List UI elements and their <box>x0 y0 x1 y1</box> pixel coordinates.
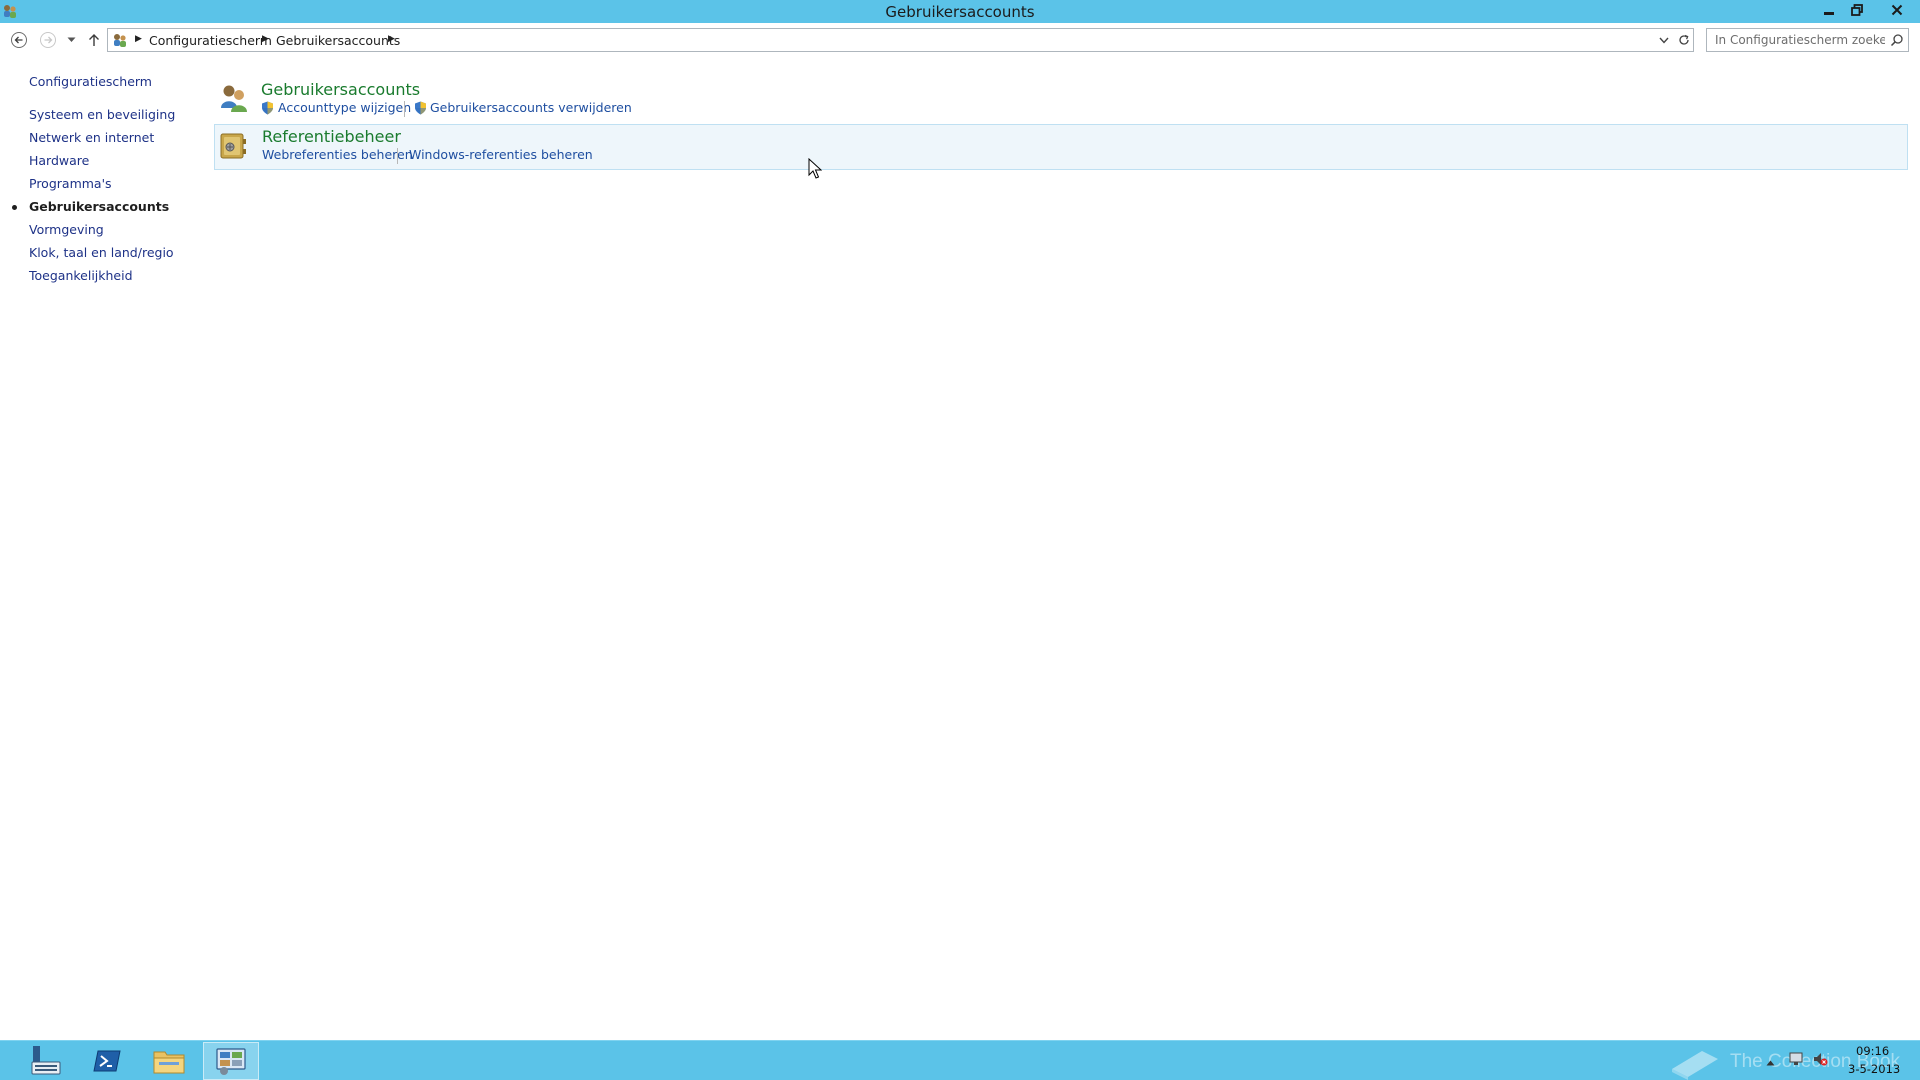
file-explorer-icon <box>153 1051 185 1074</box>
taskbar-control-panel[interactable] <box>203 1042 259 1080</box>
speaker-muted-icon <box>1814 1053 1828 1066</box>
tray-volume-button[interactable] <box>1812 1051 1828 1080</box>
link-separator <box>404 101 405 117</box>
chevron-up-icon <box>1766 1060 1775 1066</box>
sidebar-item-toegankelijkheid[interactable]: Toegankelijkheid <box>29 268 133 283</box>
control-panel-icon <box>216 1048 246 1075</box>
credential-vault-icon[interactable] <box>217 130 249 162</box>
refresh-button[interactable] <box>1676 32 1692 48</box>
address-bar[interactable]: ▶ Configuratiescherm ▶ Gebruikersaccount… <box>107 28 1694 52</box>
clock-time[interactable]: 09:16 <box>1856 1044 1889 1058</box>
taskbar: The Collection Book 09:16 3-5-2013 <box>0 1040 1920 1080</box>
up-button[interactable] <box>84 29 104 51</box>
chevron-down-icon <box>1659 37 1669 44</box>
windows-referenties-beheren-link[interactable]: Windows-referenties beheren <box>409 147 593 162</box>
sidebar-item-hardware[interactable]: Hardware <box>29 153 89 168</box>
restore-button[interactable] <box>1844 0 1870 20</box>
powershell-icon <box>93 1050 121 1072</box>
webreferenties-beheren-link[interactable]: Webreferenties beheren <box>262 147 413 162</box>
search-input[interactable] <box>1707 29 1885 51</box>
category-referentiebeheer: Referentiebeheer Webreferenties beheren … <box>214 124 1908 170</box>
minimize-button[interactable] <box>1816 0 1842 20</box>
taskbar-file-explorer[interactable] <box>141 1042 197 1080</box>
network-icon <box>1789 1052 1803 1065</box>
active-item-bullet <box>12 205 17 210</box>
uac-shield-icon <box>415 101 426 115</box>
taskbar-server-manager[interactable] <box>17 1042 73 1080</box>
navigation-bar: ▶ Configuratiescherm ▶ Gebruikersaccount… <box>0 26 1920 56</box>
breadcrumb-separator-icon[interactable]: ▶ <box>135 34 142 44</box>
title-bar: Gebruikersaccounts <box>0 0 1920 23</box>
tray-network-button[interactable] <box>1788 1051 1804 1080</box>
restore-icon <box>1851 4 1863 16</box>
search-box <box>1706 28 1909 52</box>
uac-shield-icon <box>262 101 273 115</box>
sidebar-item-gebruikersaccounts[interactable]: Gebruikersaccounts <box>29 199 169 214</box>
up-arrow-icon <box>89 34 99 46</box>
back-arrow-icon <box>11 32 27 48</box>
sidebar-item-programmas[interactable]: Programma's <box>29 176 112 191</box>
forward-button[interactable] <box>37 29 59 51</box>
breadcrumb-separator-icon[interactable]: ▶ <box>388 34 395 44</box>
sidebar-item-netwerk-en-internet[interactable]: Netwerk en internet <box>29 130 154 145</box>
taskbar-powershell[interactable] <box>79 1042 135 1080</box>
breadcrumb-configuratiescherm[interactable]: Configuratiescherm <box>149 33 272 48</box>
category-gebruikersaccounts: Gebruikersaccounts Accounttype wijzigen … <box>214 77 1908 123</box>
forward-arrow-icon <box>40 32 56 48</box>
mouse-cursor-icon <box>808 158 822 179</box>
minimize-icon <box>1824 12 1834 15</box>
category-title-referentiebeheer[interactable]: Referentiebeheer <box>262 127 401 146</box>
sidebar-item-systeem-en-beveiliging[interactable]: Systeem en beveiliging <box>29 107 175 122</box>
server-manager-icon <box>31 1046 61 1075</box>
sidebar-item-klok-taal-en-regio[interactable]: Klok, taal en land/regio <box>29 245 174 260</box>
gebruikersaccounts-verwijderen-link[interactable]: Gebruikersaccounts verwijderen <box>430 100 632 115</box>
control-panel-icon <box>114 34 126 47</box>
close-icon <box>1891 4 1903 16</box>
window-title: Gebruikersaccounts <box>885 3 1035 21</box>
link-separator <box>397 148 398 164</box>
address-history-button[interactable] <box>1656 32 1672 48</box>
sidebar-home-link[interactable]: Configuratiescherm <box>29 74 152 89</box>
users-icon[interactable] <box>218 82 250 114</box>
tray-overflow-button[interactable] <box>1766 1055 1775 1080</box>
breadcrumb-separator-icon[interactable]: ▶ <box>262 34 269 44</box>
back-button[interactable] <box>8 29 30 51</box>
sidebar-item-vormgeving[interactable]: Vormgeving <box>29 222 104 237</box>
chevron-down-icon <box>67 37 75 42</box>
recent-locations-button[interactable] <box>64 29 78 51</box>
category-title-gebruikersaccounts[interactable]: Gebruikersaccounts <box>261 80 420 99</box>
book-icon <box>1672 1051 1718 1080</box>
close-button[interactable] <box>1881 0 1913 20</box>
breadcrumb-gebruikersaccounts[interactable]: Gebruikersaccounts <box>276 33 400 48</box>
clock-date[interactable]: 3-5-2013 <box>1848 1062 1900 1076</box>
search-icon[interactable] <box>1890 33 1904 47</box>
refresh-icon <box>1679 34 1689 45</box>
accounttype-wijzigen-link[interactable]: Accounttype wijzigen <box>278 100 411 115</box>
